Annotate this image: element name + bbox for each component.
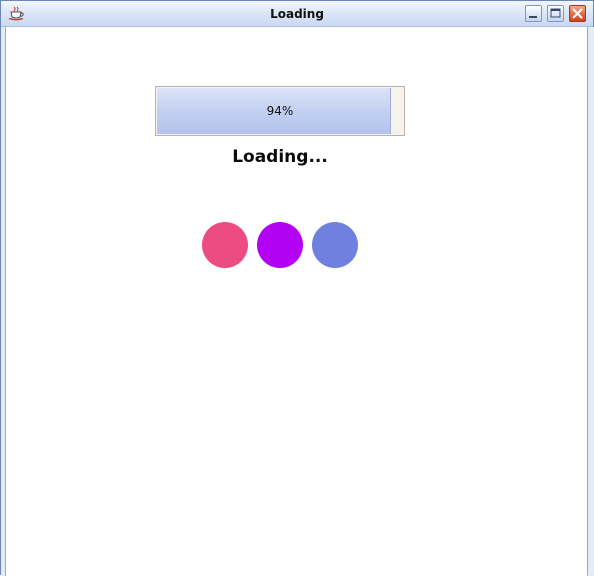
- progress-bar: 94%: [155, 86, 405, 136]
- loading-dot: [202, 222, 248, 268]
- loading-dot: [312, 222, 358, 268]
- minimize-icon: [529, 16, 537, 18]
- loading-dot: [257, 222, 303, 268]
- title-bar[interactable]: Loading: [1, 1, 593, 27]
- window-right-border: [589, 27, 594, 576]
- close-icon: [572, 8, 583, 19]
- close-button[interactable]: [569, 5, 586, 22]
- progress-label: 94%: [266, 104, 294, 118]
- loading-status-text: Loading...: [232, 147, 328, 167]
- maximize-icon: [550, 8, 561, 18]
- maximize-button[interactable]: [547, 5, 564, 22]
- window-title: Loading: [270, 7, 324, 21]
- minimize-button[interactable]: [525, 5, 542, 22]
